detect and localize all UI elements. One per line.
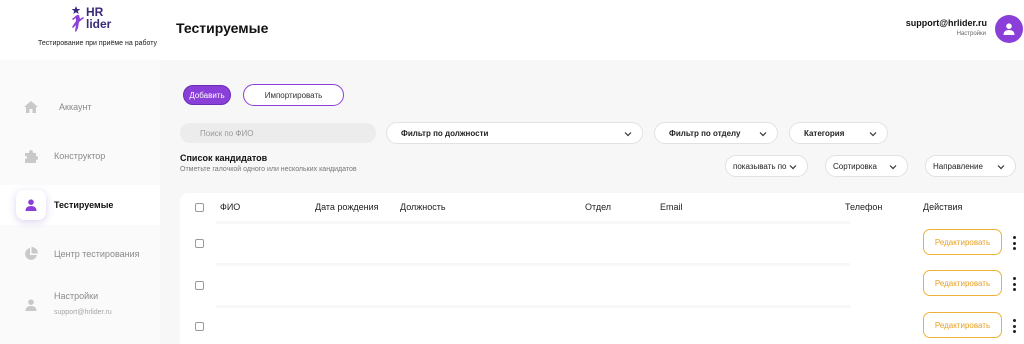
sort-select[interactable]: Сортировка <box>825 155 908 177</box>
position-filter-select[interactable]: Фильтр по должности <box>386 122 643 144</box>
puzzle-icon <box>21 146 41 166</box>
column-header-department[interactable]: Отдел <box>585 202 611 212</box>
sidebar-item-constructor[interactable]: Конструктор <box>0 136 160 176</box>
chevron-down-icon <box>889 165 897 170</box>
logo-figure-icon <box>71 6 84 32</box>
column-header-name[interactable]: ФИО <box>220 202 240 212</box>
edit-button[interactable]: Редактировать <box>923 229 1002 255</box>
select-label: показывать по <box>733 161 787 171</box>
user-icon <box>21 295 41 315</box>
user-icon <box>16 190 46 220</box>
more-options-icon[interactable] <box>1010 319 1018 333</box>
sidebar-item-label: Конструктор <box>54 151 106 161</box>
logo[interactable]: HR lider <box>66 6 126 36</box>
chevron-down-icon <box>789 165 797 170</box>
column-header-email[interactable]: Email <box>660 202 683 212</box>
select-label: Фильтр по отделу <box>669 128 741 138</box>
more-options-icon[interactable] <box>1010 236 1018 250</box>
show-by-select[interactable]: показывать по <box>725 155 808 177</box>
select-label: Сортировка <box>833 161 877 171</box>
candidates-table <box>180 193 1024 344</box>
select-all-checkbox[interactable] <box>195 203 204 212</box>
brand-header: HR lider Тестирование при приёме на рабо… <box>0 0 160 60</box>
chevron-down-icon <box>869 132 877 137</box>
brand-tagline: Тестирование при приёме на работу <box>38 40 158 47</box>
column-header-actions: Действия <box>923 202 963 212</box>
add-button[interactable]: Добавить <box>183 85 231 105</box>
home-icon <box>21 97 41 117</box>
list-title: Список кандидатов <box>180 153 268 163</box>
column-header-birthdate[interactable]: Дата рождения <box>315 202 379 212</box>
column-header-position[interactable]: Должность <box>400 202 446 212</box>
user-icon <box>1003 23 1015 35</box>
chevron-down-icon <box>759 132 767 137</box>
row-checkbox[interactable] <box>195 322 204 331</box>
sidebar-item-settings[interactable]: Настройки support@hrlider.ru <box>0 285 160 325</box>
search-input[interactable]: Поиск по ФИО <box>180 123 376 143</box>
edit-button[interactable]: Редактировать <box>923 270 1002 296</box>
page-title: Тестируемые <box>176 20 269 36</box>
row-divider <box>216 305 850 308</box>
sidebar-item-label: Тестируемые <box>54 200 114 210</box>
avatar[interactable] <box>995 15 1023 43</box>
sidebar-item-label: Аккаунт <box>59 102 92 112</box>
row-checkbox[interactable] <box>195 281 204 290</box>
select-label: Направление <box>933 161 983 171</box>
user-settings-link[interactable]: Настройки <box>957 31 986 37</box>
sidebar-item-testees[interactable]: Тестируемые <box>0 185 160 225</box>
sidebar-item-account[interactable]: Аккаунт <box>0 87 160 127</box>
user-email[interactable]: support@hrlider.ru <box>906 18 987 28</box>
pie-chart-icon <box>21 244 41 264</box>
select-label: Категория <box>804 128 845 138</box>
direction-select[interactable]: Направление <box>925 155 1016 177</box>
column-header-phone[interactable]: Телефон <box>845 202 882 212</box>
import-button[interactable]: Импортировать <box>243 84 344 106</box>
row-divider <box>216 221 850 224</box>
department-filter-select[interactable]: Фильтр по отделу <box>654 122 778 144</box>
edit-button[interactable]: Редактировать <box>923 312 1002 338</box>
row-checkbox[interactable] <box>195 239 204 248</box>
sidebar-item-testing-center[interactable]: Центр тестирования <box>0 234 160 274</box>
chevron-down-icon <box>624 132 632 137</box>
sidebar: HR lider Тестирование при приёме на рабо… <box>0 0 160 344</box>
sidebar-item-sublabel: support@hrlider.ru <box>54 309 112 316</box>
list-subtitle: Отметьте галочкой одного или нескольких … <box>180 166 357 173</box>
more-options-icon[interactable] <box>1010 277 1018 291</box>
logo-text-lider: lider <box>86 17 112 31</box>
category-filter-select[interactable]: Категория <box>789 122 888 144</box>
chevron-down-icon <box>997 165 1005 170</box>
sidebar-item-label: Настройки <box>54 291 99 301</box>
sidebar-item-label: Центр тестирования <box>54 249 140 259</box>
row-divider <box>216 263 850 266</box>
select-label: Фильтр по должности <box>401 128 489 138</box>
